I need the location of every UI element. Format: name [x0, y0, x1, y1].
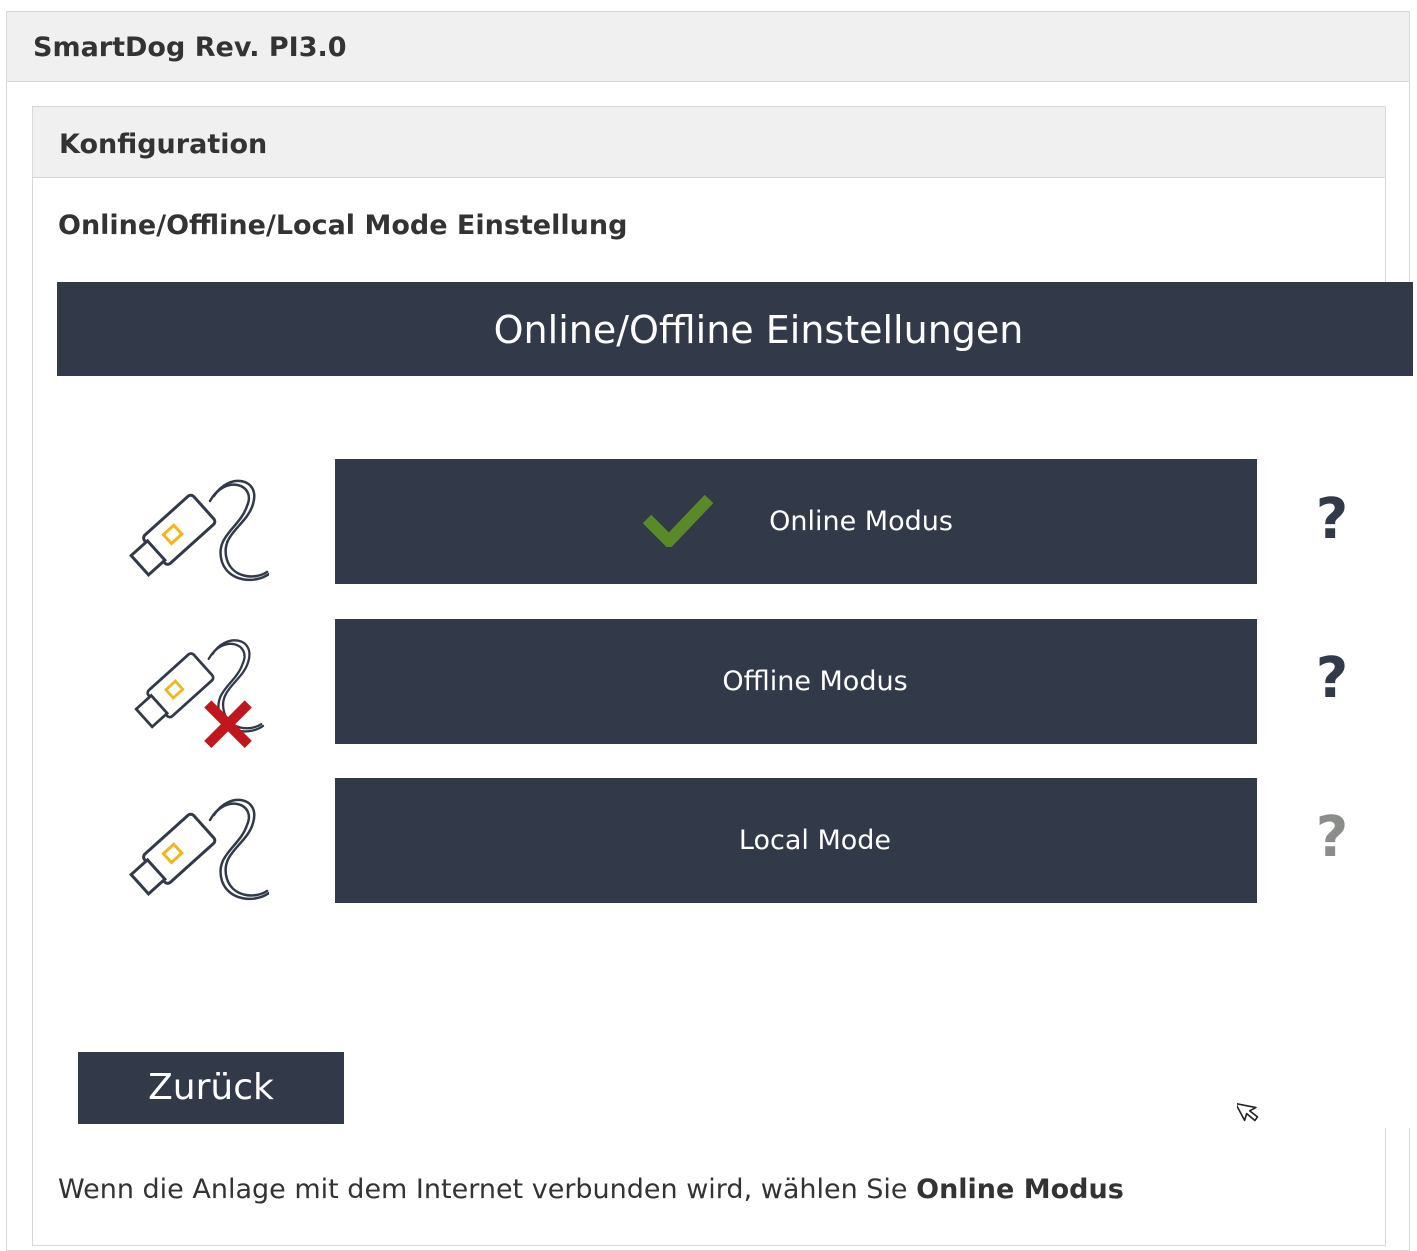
outer-panel-header: SmartDog Rev. PI3.0: [7, 12, 1409, 82]
description-text: Wenn die Anlage mit dem Internet verbund…: [58, 1174, 917, 1205]
ethernet-cable-disconnected-icon: [134, 639, 265, 748]
online-mode-button[interactable]: Online Modus: [335, 459, 1257, 584]
mode-settings-screenshot: Online/Offline Einstellungen Online Modu…: [57, 282, 1413, 1128]
offline-mode-label: Offline Modus: [722, 666, 908, 697]
local-mode-label: Local Mode: [738, 825, 892, 856]
page-title: SmartDog Rev. PI3.0: [33, 32, 347, 63]
description-paragraph: Wenn die Anlage mit dem Internet verbund…: [58, 1170, 1124, 1210]
online-mode-help-icon[interactable]: ?: [1315, 490, 1349, 550]
check-icon: [643, 494, 713, 547]
description-bold: Online Modus: [916, 1174, 1124, 1205]
inner-panel-header: Konfiguration: [33, 107, 1385, 178]
screen-title: Online/Offline Einstellungen: [493, 308, 1024, 352]
offline-mode-button[interactable]: Offline Modus: [335, 619, 1257, 744]
online-mode-label: Online Modus: [769, 506, 953, 537]
ethernet-cable-icon: [129, 479, 269, 582]
mouse-cursor-icon: [1237, 1102, 1259, 1122]
back-button[interactable]: Zurück: [78, 1052, 344, 1124]
panel-title: Konfiguration: [59, 129, 268, 160]
local-mode-button[interactable]: Local Mode: [335, 778, 1257, 903]
ethernet-cable-icon: [129, 798, 269, 901]
screen-banner: Online/Offline Einstellungen: [57, 282, 1413, 376]
offline-mode-help-icon[interactable]: ?: [1315, 649, 1349, 709]
local-mode-help-icon[interactable]: ?: [1315, 808, 1349, 868]
section-title: Online/Offline/Local Mode Einstellung: [58, 210, 628, 241]
